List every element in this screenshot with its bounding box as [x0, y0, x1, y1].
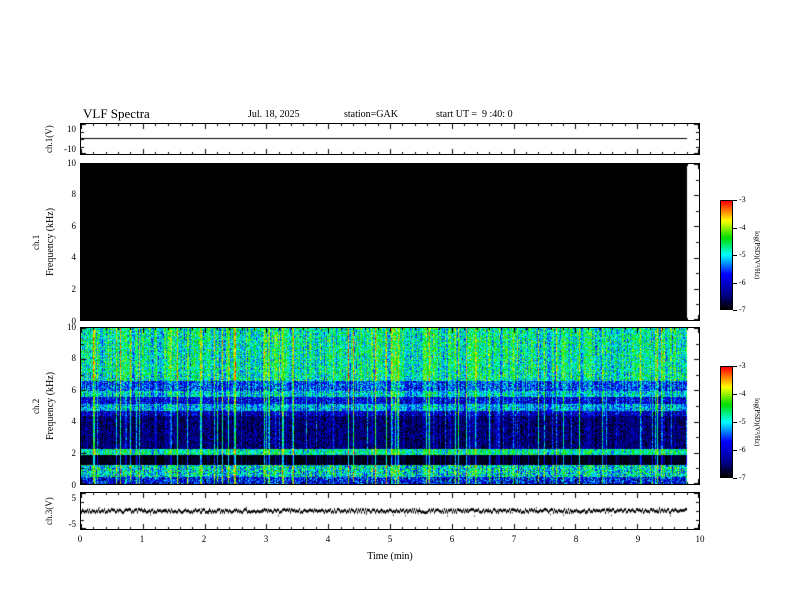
- colorbar-tick-label: -7: [739, 473, 746, 482]
- station-label: station=GAK: [344, 109, 398, 120]
- colorbar-tick-label: -6: [739, 277, 746, 287]
- colorbar-tick-mark: [733, 450, 737, 451]
- x-tick-label: 2: [201, 534, 207, 544]
- x-tick-label: 3: [263, 534, 269, 544]
- ch1-frequency-axis-label: Frequency (kHz): [45, 207, 56, 277]
- colorbar-tick-label: -4: [739, 389, 746, 398]
- ch1-voltage-trace-canvas: [81, 124, 699, 154]
- ch3-voltage-ylabel: ch.3(V): [44, 497, 54, 525]
- x-tick-label: 5: [387, 534, 393, 544]
- colorbar-ch2: [720, 366, 733, 478]
- x-tick-label: 6: [449, 534, 455, 544]
- colorbar-tick-label: -6: [739, 445, 746, 454]
- colorbar-tick-mark: [733, 310, 737, 311]
- colorbar-tick-mark: [733, 255, 737, 256]
- x-tick-label: 4: [325, 534, 331, 544]
- ch1-spectrogram-panel: [80, 163, 700, 321]
- x-tick-label: 9: [635, 534, 641, 544]
- ch3-voltage-trace-canvas: [81, 493, 699, 529]
- ch2-spectrogram-panel: [80, 327, 700, 485]
- colorbar-tick-label: -3: [739, 195, 746, 204]
- colorbar-ch2-gradient: [721, 367, 732, 477]
- colorbar-ch1-gradient: [721, 201, 732, 309]
- colorbar-tick-mark: [733, 366, 737, 367]
- colorbar-tick-label: -5: [739, 250, 746, 259]
- x-tick-label: 7: [511, 534, 517, 544]
- colorbar-tick-label: -7: [739, 305, 746, 314]
- ch2-spectrogram-canvas: [81, 328, 699, 484]
- x-tick-label: 8: [573, 534, 579, 544]
- ch3-voltage-panel: [80, 492, 700, 530]
- colorbar-ch2-unit-label: log(PSD)(V²/Hz): [753, 397, 761, 447]
- ch2-frequency-axis-label: Frequency (kHz): [45, 371, 56, 441]
- colorbar-tick-mark: [733, 200, 737, 201]
- x-tick-label: 0: [77, 534, 83, 544]
- colorbar-tick-mark: [733, 394, 737, 395]
- ch2-channel-label: ch.2: [31, 398, 41, 414]
- ch1-spectrogram-canvas: [81, 164, 699, 320]
- ch1-channel-label: ch.1: [31, 234, 41, 250]
- x-axis-label: Time (min): [367, 551, 413, 562]
- colorbar-tick-label: -5: [739, 417, 746, 426]
- start-ut-label: start UT = 9 :40: 0: [436, 109, 513, 120]
- plot-title: VLF Spectra: [83, 106, 150, 121]
- colorbar-tick-label: -4: [739, 222, 746, 232]
- vlf-spectra-plot: VLF Spectra Jul. 18, 2025 station=GAK st…: [0, 0, 792, 612]
- colorbar-tick-mark: [733, 422, 737, 423]
- x-tick-label: 10: [695, 534, 705, 544]
- x-tick-label: 1: [139, 534, 145, 544]
- ch1-voltage-panel: [80, 123, 700, 155]
- date-label: Jul. 18, 2025: [248, 109, 300, 120]
- colorbar-tick-mark: [733, 478, 737, 479]
- colorbar-tick-label: -3: [739, 361, 746, 370]
- colorbar-ch1-unit-label: log(PSD)(V²/Hz): [753, 230, 761, 280]
- colorbar-ch1: [720, 200, 733, 310]
- colorbar-tick-mark: [733, 227, 737, 229]
- colorbar-tick-mark: [733, 282, 737, 284]
